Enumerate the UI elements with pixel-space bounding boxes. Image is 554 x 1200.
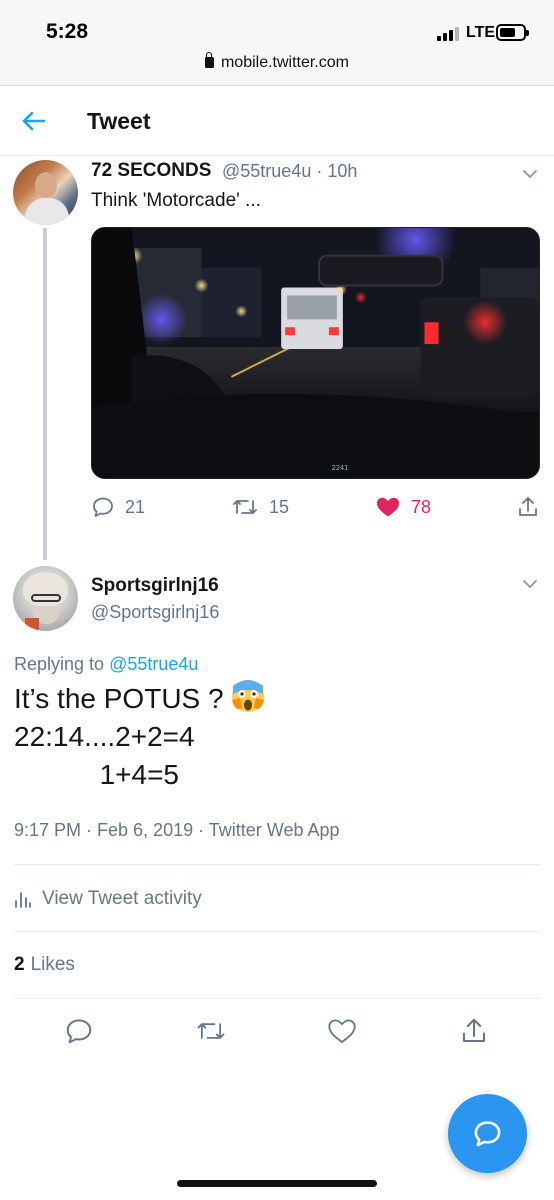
tweet-line-1-text: It’s the POTUS ? <box>14 683 224 714</box>
replying-to: Replying to @55true4u <box>14 654 198 675</box>
like-count: 78 <box>411 496 432 517</box>
author-name[interactable]: 72 SECONDS <box>91 160 211 182</box>
heart-icon <box>328 1019 356 1043</box>
replying-to-link[interactable]: @55true4u <box>109 654 198 674</box>
retweet-button[interactable] <box>195 1016 227 1048</box>
face-screaming-in-fear-icon <box>231 680 264 712</box>
status-time: 5:28 <box>46 20 89 43</box>
heart-filled-icon <box>377 497 399 517</box>
tweet-timestamp: 9:17 PM · Feb 6, 2019 · Twitter Web App <box>14 820 340 841</box>
tweet-text: Think 'Motorcade' ... <box>91 190 261 211</box>
arrow-left-icon[interactable] <box>20 107 48 135</box>
reply-button[interactable]: 21 <box>91 492 145 522</box>
chevron-down-icon[interactable] <box>522 166 538 182</box>
network-label: LTE <box>466 24 496 41</box>
address-bar[interactable]: mobile.twitter.com <box>0 52 554 72</box>
author-handle[interactable]: @Sportsgirlnj16 <box>91 602 219 623</box>
reply-icon <box>66 1019 92 1044</box>
retweet-icon <box>197 1023 225 1039</box>
tweet-photo[interactable]: 2241 <box>91 227 540 479</box>
page-header: Tweet <box>0 87 554 156</box>
tweet-line-2: 22:14....2+2=4 <box>14 721 195 752</box>
reply-icon <box>93 497 113 517</box>
like-button[interactable]: 78 <box>375 492 431 522</box>
activity-label: View Tweet activity <box>42 888 202 909</box>
lock-icon <box>204 52 214 68</box>
reply-bubble-icon <box>474 1121 501 1147</box>
retweet-button[interactable]: 15 <box>231 492 289 522</box>
compose-reply-button[interactable] <box>448 1094 527 1173</box>
battery-icon <box>496 24 529 41</box>
tweet-line-1: It’s the POTUS ? <box>14 678 534 718</box>
share-icon <box>463 1018 485 1042</box>
share-button[interactable] <box>516 492 540 522</box>
timestamp-text: 9:17 PM · Feb 6, 2019 · <box>14 820 209 840</box>
avatar[interactable] <box>13 160 78 225</box>
chevron-down-icon[interactable] <box>522 576 538 592</box>
avatar[interactable] <box>13 566 78 631</box>
share-button[interactable] <box>459 1016 491 1048</box>
main-tweet-actions <box>0 1016 554 1048</box>
reply-button[interactable] <box>64 1016 96 1048</box>
divider <box>14 931 540 932</box>
page-title: Tweet <box>87 108 151 134</box>
url-text: mobile.twitter.com <box>220 54 350 71</box>
replying-prefix: Replying to <box>14 654 105 674</box>
divider <box>14 998 540 999</box>
share-icon <box>519 497 537 516</box>
tweet-body: It’s the POTUS ? 22:14....2+2=4 1+4=5 <box>14 678 534 794</box>
likes-summary[interactable]: 2 Likes <box>14 954 75 976</box>
dashboard-clock-text: 2241 <box>332 464 349 472</box>
retweet-icon <box>233 500 257 514</box>
home-indicator[interactable] <box>177 1180 377 1187</box>
thread-connector <box>43 228 47 560</box>
thread-tweet-actions: 21 15 78 <box>91 492 541 522</box>
author-name[interactable]: Sportsgirlnj16 <box>91 575 219 597</box>
view-activity-button[interactable]: View Tweet activity <box>14 884 202 914</box>
bar-chart-icon <box>15 892 31 908</box>
reply-count: 21 <box>125 496 146 517</box>
likes-label: Likes <box>30 954 75 975</box>
likes-count: 2 <box>14 954 25 975</box>
signal-icon <box>437 27 463 41</box>
divider <box>14 864 540 865</box>
source-link[interactable]: Twitter Web App <box>209 820 340 840</box>
author-handle-time[interactable]: @55true4u · 10h <box>222 161 357 182</box>
like-button[interactable] <box>327 1016 359 1048</box>
tweet-line-3: 1+4=5 <box>14 759 179 790</box>
browser-chrome: 5:28 LTE mobile.twitter.com <box>0 0 554 86</box>
retweet-count: 15 <box>269 496 290 517</box>
